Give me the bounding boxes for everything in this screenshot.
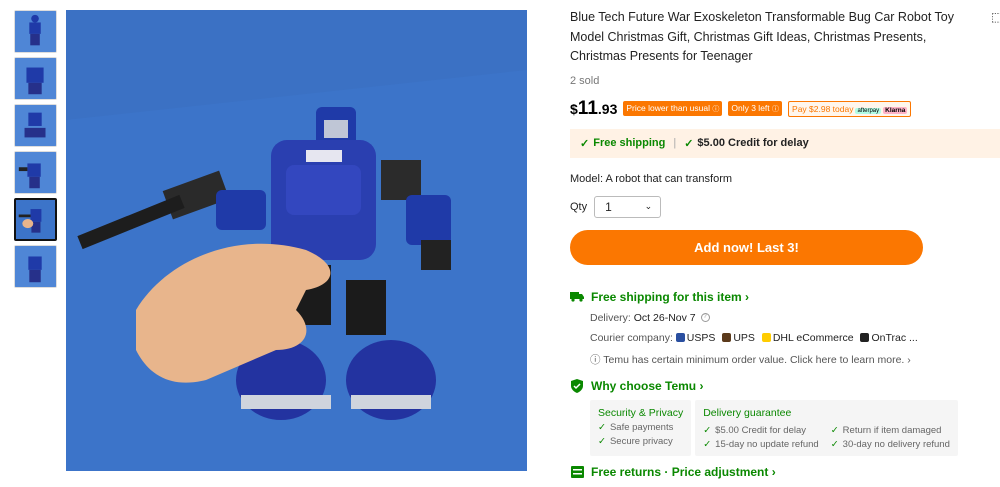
product-title: Blue Tech Future War Exoskeleton Transfo…	[570, 10, 954, 63]
courier-ups: UPS	[733, 331, 755, 344]
klarna-logo: Klarna	[883, 106, 908, 114]
only-left-badge[interactable]: Only 3 left ⓘ	[728, 101, 783, 116]
price-integer: 11	[577, 97, 598, 119]
ups-logo-icon	[722, 333, 732, 343]
thumbnail-2[interactable]	[14, 57, 57, 100]
dhl-logo-icon	[761, 333, 771, 343]
qty-value: 1	[605, 199, 612, 214]
delivery-guarantee-grid: ✓ $5.00 Credit for delay ✓ Return if item …	[703, 422, 950, 450]
courier-usps: USPS	[686, 331, 716, 344]
courier-label: Courier company:	[590, 331, 676, 344]
delivery-guarantee-box[interactable]: Delivery guarantee ✓ $5.00 Credit for del…	[695, 399, 958, 456]
price: $ 11 .93	[570, 98, 617, 120]
thumbnail-4[interactable]	[14, 151, 57, 194]
info-icon: ⓘ	[712, 106, 720, 113]
chevron-down-icon: ⌄	[644, 201, 653, 211]
shipping-bar[interactable]: ✓ Free shipping | ✓ $5.00 Credit for del…	[570, 128, 1000, 158]
ontrac-logo-icon	[860, 333, 870, 343]
qty-select[interactable]: 1 ⌄	[594, 195, 662, 218]
price-decimal: .93	[597, 100, 618, 117]
check-icon: ✓	[830, 424, 839, 436]
security-item-label: Secure privacy	[609, 435, 673, 447]
check-icon: ✓	[703, 424, 712, 436]
check-icon: ✓	[598, 435, 606, 447]
chevron-right-icon: ›	[696, 378, 704, 393]
delivery-item-label: Return if item damaged	[842, 424, 942, 436]
thumbnail-6[interactable]	[14, 245, 57, 288]
separator: |	[673, 137, 677, 149]
info-icon: ⓘ	[590, 353, 604, 366]
delivery-item-label: $5.00 Credit for delay	[715, 424, 807, 436]
free-shipping-link[interactable]: Free shipping for this item ›	[570, 290, 1000, 304]
add-to-cart-button[interactable]: Add now! Last 3!	[570, 229, 923, 265]
delivery-value: Oct 26-Nov 7	[633, 311, 696, 324]
thumbnail-3[interactable]	[14, 104, 57, 147]
model-label: Model: A robot that can transform	[570, 172, 733, 185]
chevron-right-icon: ›	[904, 353, 911, 366]
info-icon: ⓘ	[772, 106, 780, 113]
why-choose-link[interactable]: Why choose Temu ›	[570, 378, 1000, 393]
chevron-right-icon: ›	[768, 464, 776, 479]
price-lower-label: Price lower than usual	[626, 103, 710, 113]
delivery-line: Delivery: Oct 26-Nov 7 ?	[590, 312, 1000, 324]
security-item-label: Safe payments	[609, 421, 674, 433]
delivery-item: ✓ $5.00 Credit for delay	[703, 425, 819, 436]
returns-icon	[570, 465, 584, 479]
delivery-item: ✓ 15-day no update refund	[703, 439, 819, 450]
check-icon: ✓	[684, 137, 694, 150]
security-item: ✓ Safe payments	[598, 422, 683, 433]
thumbnail-5[interactable]	[14, 198, 57, 241]
price-currency: $	[570, 100, 578, 117]
afterpay-logo: afterpay	[855, 107, 882, 114]
security-title: Security & Privacy	[598, 406, 684, 419]
delivery-item-label: 30-day no delivery refund	[842, 438, 950, 450]
min-order-note[interactable]: ⓘ Temu has certain minimum order value. …	[590, 352, 1000, 367]
delivery-item: ✓ 30-day no delivery refund	[831, 439, 950, 450]
pay-today-badge[interactable]: Pay $2.98 today afterpay Klarna	[788, 100, 912, 117]
price-lower-badge[interactable]: Price lower than usual ⓘ	[623, 101, 723, 116]
delivery-label: Delivery:	[590, 311, 634, 324]
only-left-label: Only 3 left	[731, 103, 770, 113]
why-choose-heading: Why choose Temu	[591, 378, 697, 393]
check-icon: ✓	[703, 438, 712, 450]
delivery-item: ✓ Return if item damaged	[831, 425, 950, 436]
credit-label: $5.00 Credit for delay	[697, 137, 809, 149]
truck-icon	[570, 290, 584, 304]
courier-dhl: DHL eCommerce	[772, 331, 854, 344]
pay-today-label: Pay $2.98 today	[792, 103, 854, 114]
courier-ontrac: OnTrac ...	[871, 331, 918, 344]
qty-row: Qty 1 ⌄	[570, 195, 1000, 218]
price-row: $ 11 .93 Price lower than usual ⓘ Only 3…	[570, 97, 1000, 121]
thumbnail-1[interactable]	[14, 10, 57, 53]
shipping-details: Delivery: Oct 26-Nov 7 ? Courier company…	[590, 312, 1000, 367]
why-choose-boxes: Security & Privacy ✓ Safe payments ✓ Secur…	[590, 399, 1000, 456]
chevron-right-icon: ›	[741, 289, 750, 304]
question-icon[interactable]: ?	[700, 313, 710, 323]
courier-line: Courier company: USPS UPS DHL eCommerce …	[590, 332, 1000, 344]
security-item: ✓ Secure privacy	[598, 436, 683, 447]
sold-count: 2 sold	[570, 74, 600, 87]
free-shipping-label: Free shipping	[593, 137, 666, 149]
check-icon: ✓	[830, 438, 839, 450]
min-order-text: Temu has certain minimum order value. Cl…	[603, 353, 905, 366]
delivery-guarantee-title: Delivery guarantee	[703, 406, 792, 419]
product-info: Blue Tech Future War Exoskeleton Transfo…	[570, 8, 1000, 479]
main-product-image[interactable]	[66, 10, 527, 471]
security-box[interactable]: Security & Privacy ✓ Safe payments ✓ Secur…	[590, 399, 692, 456]
free-returns-link[interactable]: Free returns · Price adjustment ›	[570, 465, 1000, 479]
delivery-item-label: 15-day no update refund	[715, 438, 819, 450]
free-returns-heading: Free returns · Price adjustment	[591, 464, 769, 479]
free-shipping-heading: Free shipping for this item	[591, 289, 742, 304]
shield-icon	[570, 378, 584, 393]
usps-logo-icon	[675, 333, 685, 343]
thumbnail-strip	[14, 10, 57, 292]
qty-label: Qty	[570, 200, 588, 213]
check-icon: ✓	[580, 137, 590, 150]
check-icon: ✓	[598, 421, 606, 433]
